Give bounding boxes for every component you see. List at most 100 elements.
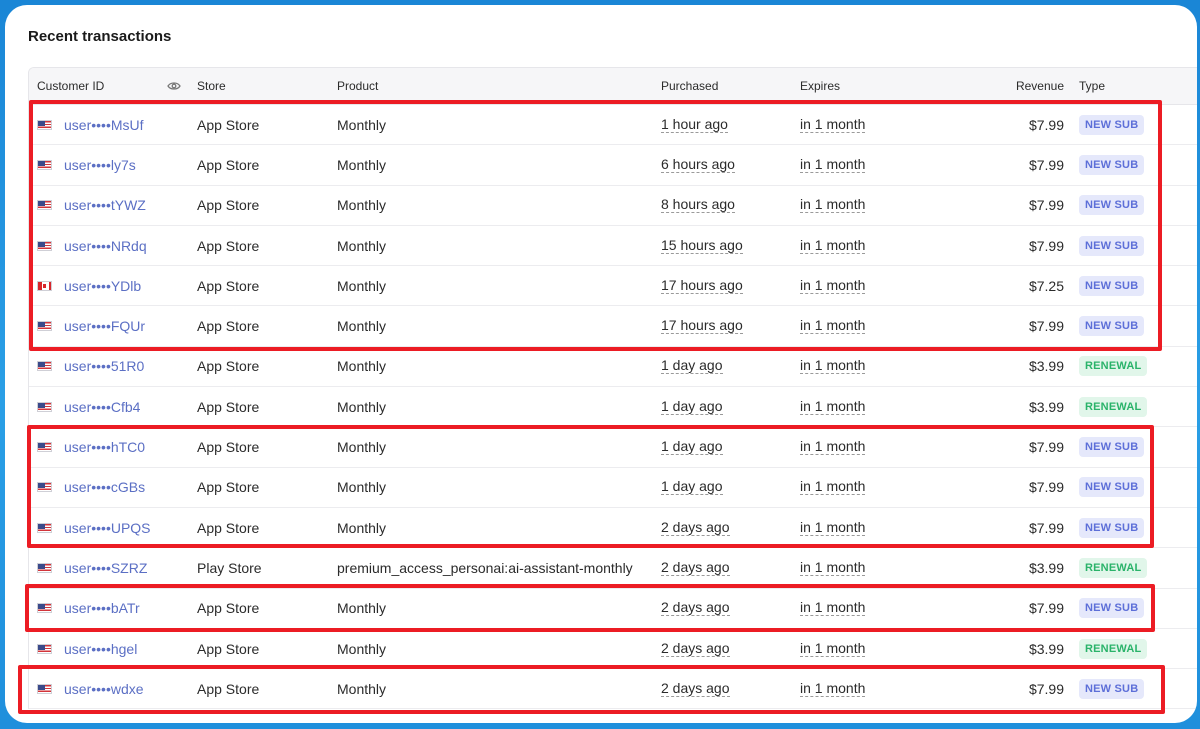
table-row[interactable]: user••••FQUr App Store Monthly 17 hours ago… [29, 306, 1197, 347]
flag-ca-icon [37, 280, 52, 291]
customer-id-link[interactable]: user••••Cfb4 [64, 399, 140, 415]
column-header-revenue[interactable]: Revenue [969, 68, 1064, 104]
purchased-time: 17 hours ago [661, 317, 743, 335]
customer-id-link[interactable]: user••••bATr [64, 600, 140, 616]
purchased-time: 17 hours ago [661, 276, 743, 294]
purchased-time: 2 days ago [661, 639, 730, 657]
table-row[interactable]: user••••hTC0 App Store Monthly 1 day ago in … [29, 427, 1197, 468]
customer-id-link[interactable]: user••••hTC0 [64, 439, 145, 455]
store-cell: App Store [197, 156, 260, 173]
expires-cell: in 1 month [800, 508, 866, 547]
type-cell: RENEWAL [1079, 347, 1148, 386]
type-cell: RENEWAL [1079, 548, 1148, 587]
type-badge: RENEWAL [1079, 557, 1148, 578]
product-cell: Monthly [337, 680, 387, 697]
table-row[interactable]: user••••UPQS App Store Monthly 2 days ago in… [29, 508, 1197, 549]
expires-time: in 1 month [800, 155, 866, 173]
column-header-customer-id[interactable]: Customer ID [37, 68, 104, 104]
customer-id-cell: user••••tYWZ [37, 186, 146, 225]
expires-cell: in 1 month [800, 145, 866, 184]
table-row[interactable]: user••••bATr App Store Monthly 2 days ago in… [29, 589, 1197, 629]
expires-time: in 1 month [800, 438, 866, 456]
purchased-time: 2 days ago [661, 558, 730, 576]
type-badge: NEW SUB [1079, 114, 1145, 135]
purchased-time: 2 days ago [661, 679, 730, 697]
purchased-cell: 17 hours ago [661, 306, 743, 345]
table-row[interactable]: user••••wdxe App Store Monthly 2 days ago in… [29, 669, 1197, 710]
table-row[interactable]: user••••51R0 App Store Monthly 1 day ago in … [29, 347, 1197, 388]
expires-time: in 1 month [800, 599, 866, 617]
table-row[interactable]: user••••hgel App Store Monthly 2 days ago in… [29, 629, 1197, 670]
eye-icon[interactable] [167, 68, 181, 104]
type-badge: NEW SUB [1079, 316, 1145, 337]
expires-cell: in 1 month [800, 186, 866, 225]
type-cell: NEW SUB [1079, 468, 1145, 507]
type-cell: NEW SUB [1079, 266, 1145, 305]
table-row[interactable]: user••••YDlb App Store Monthly 17 hours ago… [29, 266, 1197, 307]
column-header-expires[interactable]: Expires [800, 68, 840, 104]
type-badge: RENEWAL [1079, 638, 1148, 659]
type-badge: RENEWAL [1079, 396, 1148, 417]
customer-id-link[interactable]: user••••UPQS [64, 520, 151, 536]
product-cell: Monthly [337, 237, 387, 254]
purchased-time: 6 hours ago [661, 155, 735, 173]
type-cell: NEW SUB [1079, 306, 1145, 345]
column-header-store[interactable]: Store [197, 68, 226, 104]
table-row[interactable]: user••••ly7s App Store Monthly 6 hours ago i… [29, 145, 1197, 186]
product-cell: Monthly [337, 640, 387, 657]
table-row[interactable]: user••••MsUf App Store Monthly 1 hour ago in… [29, 105, 1197, 146]
flag-us-icon [37, 240, 52, 251]
customer-id-cell: user••••ly7s [37, 145, 136, 184]
table-row[interactable]: user••••NRdq App Store Monthly 15 hours ago… [29, 226, 1197, 267]
page-title: Recent transactions [28, 28, 172, 45]
customer-id-cell: user••••YDlb [37, 266, 141, 305]
store-cell: App Store [197, 640, 260, 657]
customer-id-link[interactable]: user••••YDlb [64, 278, 141, 294]
expires-time: in 1 month [800, 236, 866, 254]
column-header-type[interactable]: Type [1079, 68, 1105, 104]
flag-us-icon [37, 200, 52, 211]
revenue-cell: $7.99 [1028, 439, 1064, 456]
store-cell: App Store [197, 439, 260, 456]
revenue-cell: $7.25 [1028, 277, 1064, 294]
product-cell: Monthly [337, 358, 387, 375]
customer-id-link[interactable]: user••••SZRZ [64, 560, 147, 576]
purchased-time: 8 hours ago [661, 196, 735, 214]
column-header-purchased[interactable]: Purchased [661, 68, 718, 104]
table-row[interactable]: user••••SZRZ Play Store premium_access_per… [29, 548, 1197, 589]
column-header-product[interactable]: Product [337, 68, 378, 104]
expires-cell: in 1 month [800, 105, 866, 144]
store-cell: App Store [197, 479, 260, 496]
expires-cell: in 1 month [800, 266, 866, 305]
flag-us-icon [37, 562, 52, 573]
customer-id-link[interactable]: user••••NRdq [64, 238, 147, 254]
customer-id-link[interactable]: user••••MsUf [64, 117, 144, 133]
purchased-cell: 1 day ago [661, 387, 723, 426]
expires-cell: in 1 month [800, 629, 866, 668]
flag-us-icon [37, 321, 52, 332]
customer-id-link[interactable]: user••••ly7s [64, 157, 136, 173]
store-cell: App Store [197, 116, 260, 133]
customer-id-link[interactable]: user••••hgel [64, 641, 137, 657]
flag-us-icon [37, 401, 52, 412]
expires-cell: in 1 month [800, 347, 866, 386]
table-row[interactable]: user••••Cfb4 App Store Monthly 1 day ago in … [29, 387, 1197, 428]
type-cell: NEW SUB [1079, 589, 1145, 628]
customer-id-link[interactable]: user••••tYWZ [64, 197, 146, 213]
type-cell: RENEWAL [1079, 629, 1148, 668]
store-cell: App Store [197, 519, 260, 536]
customer-id-link[interactable]: user••••FQUr [64, 318, 145, 334]
customer-id-link[interactable]: user••••wdxe [64, 681, 144, 697]
revenue-cell: $7.99 [1028, 519, 1064, 536]
table-header: Customer ID Store Product Purchased Expi… [29, 68, 1197, 105]
table-row[interactable]: user••••cGBs App Store Monthly 1 day ago in … [29, 468, 1197, 508]
table-row[interactable]: user••••tYWZ App Store Monthly 8 hours ago i… [29, 186, 1197, 226]
store-cell: App Store [197, 318, 260, 335]
customer-id-link[interactable]: user••••cGBs [64, 479, 145, 495]
store-cell: App Store [197, 237, 260, 254]
customer-id-link[interactable]: user••••51R0 [64, 358, 144, 374]
revenue-cell: $7.99 [1028, 318, 1064, 335]
type-badge: NEW SUB [1079, 275, 1145, 296]
type-badge: NEW SUB [1079, 235, 1145, 256]
expires-time: in 1 month [800, 639, 866, 657]
